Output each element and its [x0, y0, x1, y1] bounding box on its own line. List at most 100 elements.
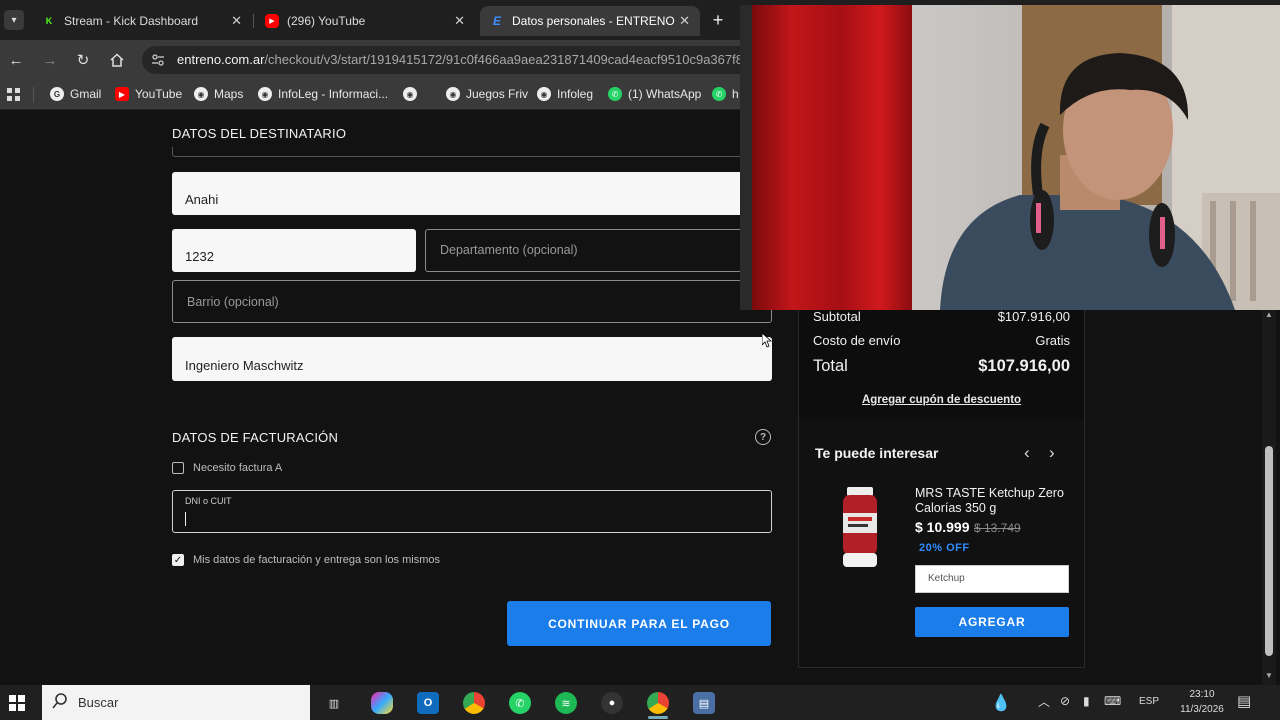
- apartment-placeholder: Departamento (opcional): [440, 243, 578, 257]
- forward-button[interactable]: →: [40, 50, 60, 70]
- arrow-right-icon: →: [42, 51, 58, 69]
- bookmark-label: (1) WhatsApp: [628, 87, 702, 101]
- dni-field-label: DNI o CUIT: [185, 496, 232, 506]
- close-icon[interactable]: ✕: [454, 13, 465, 29]
- taskbar-search-label: Buscar: [78, 695, 119, 710]
- tab-title: Stream - Kick Dashboard: [64, 14, 199, 28]
- reload-button[interactable]: ↻: [73, 50, 93, 70]
- city-field-value: Ingeniero Maschwitz: [185, 358, 304, 373]
- carousel-next-button[interactable]: ›: [1049, 443, 1055, 463]
- dni-field[interactable]: DNI o CUIT: [172, 490, 772, 533]
- order-summary-panel: Subtotal $107.916,00 Costo de envío Grat…: [798, 306, 1085, 668]
- total-label: Total: [813, 357, 848, 375]
- flavor-select[interactable]: Ketchup: [915, 565, 1069, 593]
- clock-time: 23:10: [1189, 689, 1215, 700]
- language-indicator[interactable]: ESP: [1139, 696, 1159, 707]
- microphone-icon[interactable]: ▮: [1083, 694, 1090, 708]
- product-price-row: $ 10.999 $ 13.749: [915, 519, 1021, 537]
- apps-grid-icon[interactable]: [7, 88, 21, 102]
- same-data-checkbox[interactable]: ✓: [172, 554, 184, 566]
- spotify-icon[interactable]: ≋: [555, 692, 577, 714]
- bookmark-gmail[interactable]: G Gmail: [50, 87, 101, 101]
- obs-icon[interactable]: ●: [601, 692, 623, 714]
- home-button[interactable]: [107, 50, 127, 70]
- home-icon: [110, 53, 124, 67]
- whatsapp-icon: ✆: [608, 87, 622, 101]
- chevron-down-icon: ▾: [11, 14, 17, 26]
- bookmark-infoleg-info[interactable]: ◉ InfoLeg - Informaci...: [258, 87, 388, 101]
- windows-taskbar: Buscar ▥ O ✆ ≋ ● ▤ 💧 ︿ ⊘ ▮ ⌨ ESP 23:10 1…: [0, 685, 1280, 720]
- continue-to-payment-button[interactable]: CONTINUAR PARA EL PAGO: [507, 601, 771, 646]
- kick-icon: K: [45, 16, 53, 26]
- add-coupon-link[interactable]: Agregar cupón de descuento: [799, 394, 1084, 406]
- bookmark-label: Gmail: [70, 87, 102, 101]
- notification-icon[interactable]: ▤: [1237, 692, 1251, 710]
- bookmark-label: InfoLeg - Informaci...: [278, 87, 389, 101]
- close-icon[interactable]: ✕: [231, 13, 242, 29]
- chrome-icon[interactable]: [463, 692, 485, 714]
- tab-entreno-checkout[interactable]: E Datos personales - ENTRENO ✕: [480, 6, 700, 36]
- keyboard-icon[interactable]: ⌨: [1104, 694, 1121, 708]
- close-icon[interactable]: ✕: [679, 13, 690, 29]
- recommendations-title: Te puede interesar: [815, 445, 939, 461]
- bookmark-unnamed[interactable]: ◉: [403, 87, 423, 101]
- recommendations-block: Te puede interesar ‹ › MRS TASTE Ketchup…: [799, 419, 1084, 667]
- site-info-icon[interactable]: [150, 52, 166, 68]
- scroll-up-arrow-icon[interactable]: ▲: [1263, 310, 1275, 320]
- clock[interactable]: 23:10 11/3/2026: [1172, 687, 1232, 717]
- product-discount-badge: 20% OFF: [919, 542, 970, 554]
- page-scrollbar[interactable]: [1262, 306, 1276, 685]
- carousel-prev-button[interactable]: ‹: [1024, 443, 1030, 463]
- tab-youtube[interactable]: ▶ (296) YouTube ✕: [255, 6, 475, 36]
- bookmark-maps[interactable]: ◉ Maps: [194, 87, 243, 101]
- water-drop-icon[interactable]: 💧: [990, 692, 1012, 714]
- chevron-left-icon: ‹: [1024, 443, 1030, 462]
- city-field[interactable]: Ingeniero Maschwitz: [172, 337, 772, 381]
- street-number-value: 1232: [185, 249, 214, 264]
- chrome-profile-icon[interactable]: [647, 692, 669, 714]
- add-product-button[interactable]: AGREGAR: [915, 607, 1069, 637]
- url-text[interactable]: entreno.com.ar/checkout/v3/start/1919415…: [177, 52, 740, 67]
- name-field[interactable]: Anahi: [172, 172, 772, 215]
- scroll-down-arrow-icon[interactable]: ▼: [1263, 671, 1275, 681]
- street-number-field[interactable]: 1232: [172, 229, 416, 272]
- outlook-icon[interactable]: O: [417, 692, 439, 714]
- bookmark-infoleg[interactable]: ◉ Infoleg: [537, 87, 593, 101]
- billing-section-title: DATOS DE FACTURACIÓN: [172, 430, 339, 445]
- bookmark-label: h: [732, 87, 739, 101]
- bookmark-truncated[interactable]: ✆ h: [712, 87, 739, 101]
- notepad-icon[interactable]: ▤: [693, 692, 715, 714]
- globe-icon: ◉: [537, 87, 551, 101]
- apartment-field[interactable]: Departamento (opcional): [425, 229, 772, 272]
- bookmark-youtube[interactable]: ▶ YouTube: [115, 87, 182, 101]
- new-tab-button[interactable]: +: [708, 10, 728, 30]
- help-icon[interactable]: ?: [755, 429, 771, 445]
- bookmark-juegos-friv[interactable]: ◉ Juegos Friv: [446, 87, 528, 101]
- copilot-icon[interactable]: [371, 692, 393, 714]
- url-path: /checkout/v3/start/1919415172/91c0f466aa…: [264, 52, 740, 67]
- scrollbar-thumb[interactable]: [1265, 446, 1273, 656]
- taskbar-search-box[interactable]: Buscar: [42, 685, 310, 720]
- tab-search-button[interactable]: ▾: [4, 10, 24, 30]
- bookmarks-divider: [33, 87, 34, 103]
- bookmark-whatsapp[interactable]: ✆ (1) WhatsApp: [608, 87, 701, 101]
- previous-field-edge: [172, 147, 772, 157]
- globe-icon: ◉: [258, 87, 272, 101]
- invoice-a-checkbox[interactable]: [172, 462, 184, 474]
- ketchup-bottle-image[interactable]: [835, 487, 885, 575]
- name-field-value: Anahi: [185, 192, 219, 207]
- globe-icon: ◉: [446, 87, 460, 101]
- arrow-left-icon: ←: [8, 51, 24, 69]
- windows-start-icon[interactable]: [9, 695, 25, 711]
- tab-divider: [253, 14, 254, 28]
- chevron-up-icon[interactable]: ︿: [1038, 693, 1050, 710]
- mouse-cursor-icon: [761, 332, 773, 353]
- back-button[interactable]: ←: [6, 50, 26, 70]
- task-view-icon[interactable]: ▥: [323, 692, 345, 714]
- tab-kick-dashboard[interactable]: K Stream - Kick Dashboard ✕: [32, 6, 252, 36]
- neighborhood-field[interactable]: Barrio (opcional): [172, 280, 772, 323]
- entreno-icon: E: [492, 14, 501, 28]
- whatsapp-icon[interactable]: ✆: [509, 692, 531, 714]
- network-off-icon[interactable]: ⊘: [1060, 694, 1070, 708]
- product-name[interactable]: MRS TASTE Ketchup Zero Calorías 350 g: [915, 486, 1065, 516]
